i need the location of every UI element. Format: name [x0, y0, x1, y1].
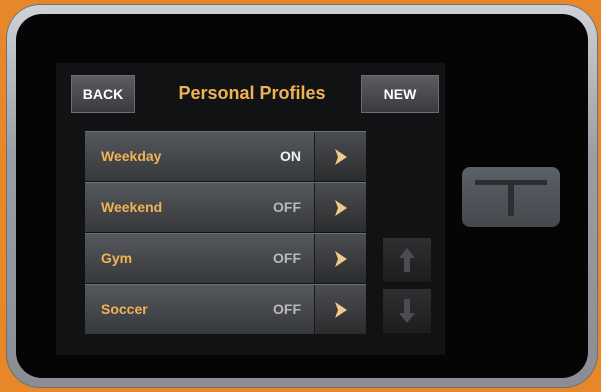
- profile-name: Weekday: [101, 148, 162, 164]
- arrow-down-icon: [399, 299, 415, 323]
- arrow-up-icon: [399, 248, 415, 272]
- profile-row-soccer[interactable]: Soccer OFF: [85, 284, 366, 334]
- profile-open-button[interactable]: [314, 285, 366, 334]
- touch-screen: BACK Personal Profiles NEW Weekday ON We…: [56, 63, 445, 355]
- profile-name: Soccer: [101, 301, 148, 317]
- scroll-up-button[interactable]: [383, 238, 431, 282]
- profile-status: ON: [280, 148, 301, 164]
- scroll-down-button[interactable]: [383, 289, 431, 333]
- profile-status: OFF: [273, 301, 301, 317]
- t-logo-icon: [475, 180, 547, 216]
- profile-status: OFF: [273, 199, 301, 215]
- profile-open-button[interactable]: [314, 132, 366, 181]
- profile-open-button[interactable]: [314, 183, 366, 232]
- profile-row-weekday[interactable]: Weekday ON: [85, 131, 366, 181]
- profile-open-button[interactable]: [314, 234, 366, 283]
- home-button[interactable]: [462, 167, 560, 227]
- new-button[interactable]: NEW: [361, 75, 439, 113]
- page-title: Personal Profiles: [178, 83, 326, 103]
- chevron-right-icon: [334, 199, 347, 216]
- profile-row-gym[interactable]: Gym OFF: [85, 233, 366, 283]
- chevron-right-icon: [334, 148, 347, 165]
- profile-row-weekend[interactable]: Weekend OFF: [85, 182, 366, 232]
- back-button[interactable]: BACK: [71, 75, 135, 113]
- profile-name: Gym: [101, 250, 133, 266]
- chevron-right-icon: [334, 250, 347, 267]
- chevron-right-icon: [334, 301, 347, 318]
- profile-status: OFF: [273, 250, 301, 266]
- profile-name: Weekend: [101, 199, 163, 215]
